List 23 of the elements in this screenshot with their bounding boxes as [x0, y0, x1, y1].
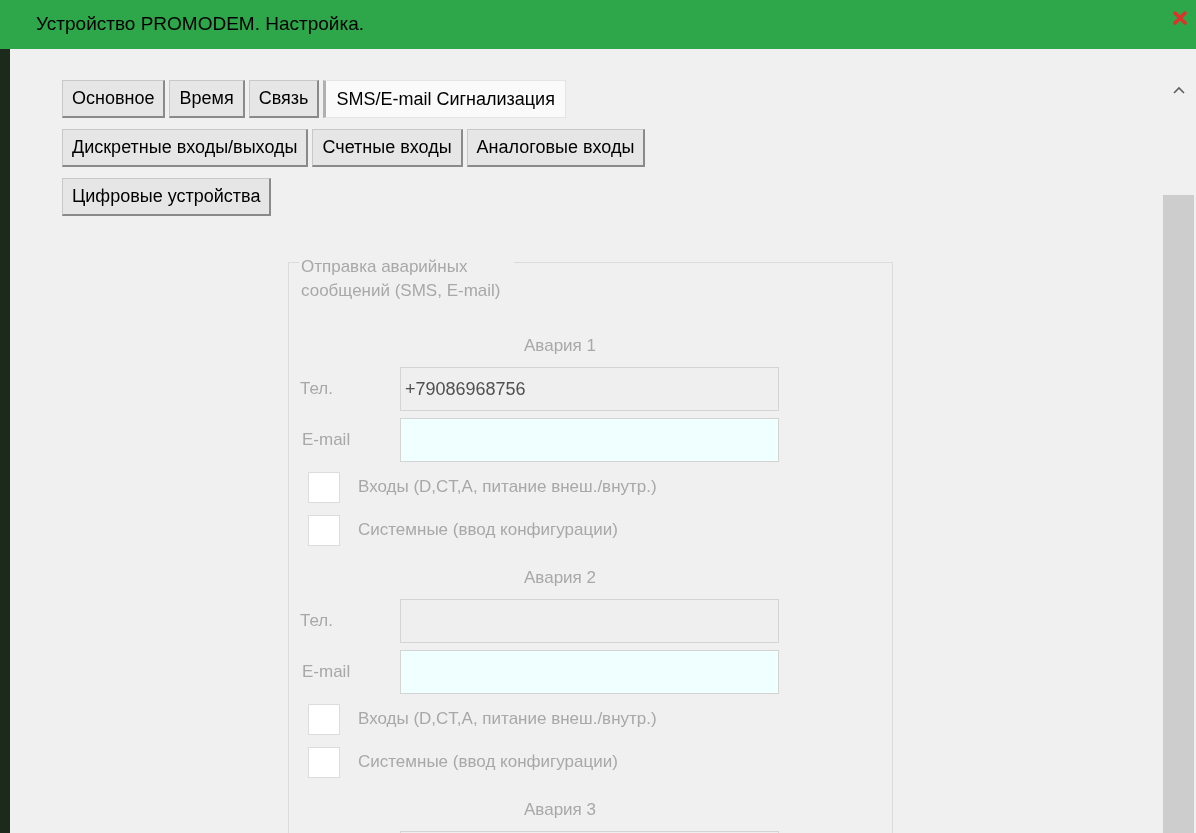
- scroll-up-icon[interactable]: [1172, 85, 1186, 95]
- field-label: Тел.: [300, 610, 334, 633]
- alarm-title: Авария 2: [524, 567, 596, 590]
- alarm-title: Авария 3: [524, 799, 596, 822]
- tab[interactable]: Дискретные входы/выходы: [62, 129, 309, 167]
- scrollbar-thumb[interactable]: [1163, 195, 1194, 833]
- close-icon[interactable]: [1173, 11, 1187, 25]
- tab[interactable]: Основное: [62, 80, 166, 118]
- window-title: Устройство PROMODEM. Настройка.: [36, 12, 365, 37]
- tab[interactable]: SMS/E-mail Сигнализация: [323, 80, 566, 118]
- tab[interactable]: Время: [169, 80, 245, 118]
- field-label: Тел.: [300, 378, 334, 401]
- field-label: E-mail: [301, 429, 352, 452]
- tab[interactable]: Связь: [248, 80, 320, 118]
- checkbox-label: Системные (ввод конфигурации): [358, 519, 618, 542]
- field-label: E-mail: [301, 661, 352, 684]
- tab[interactable]: Цифровые устройства: [62, 178, 272, 216]
- tab[interactable]: Аналоговые входы: [466, 129, 646, 167]
- checkbox-label: Системные (ввод конфигурации): [358, 751, 618, 774]
- checkbox-label: Входы (D,CT,A, питание внеш./внутр.): [358, 476, 657, 499]
- alarm-title: Авария 1: [524, 335, 596, 358]
- checkbox-label: Входы (D,CT,A, питание внеш./внутр.): [358, 708, 657, 731]
- tab[interactable]: Счетные входы: [312, 129, 463, 167]
